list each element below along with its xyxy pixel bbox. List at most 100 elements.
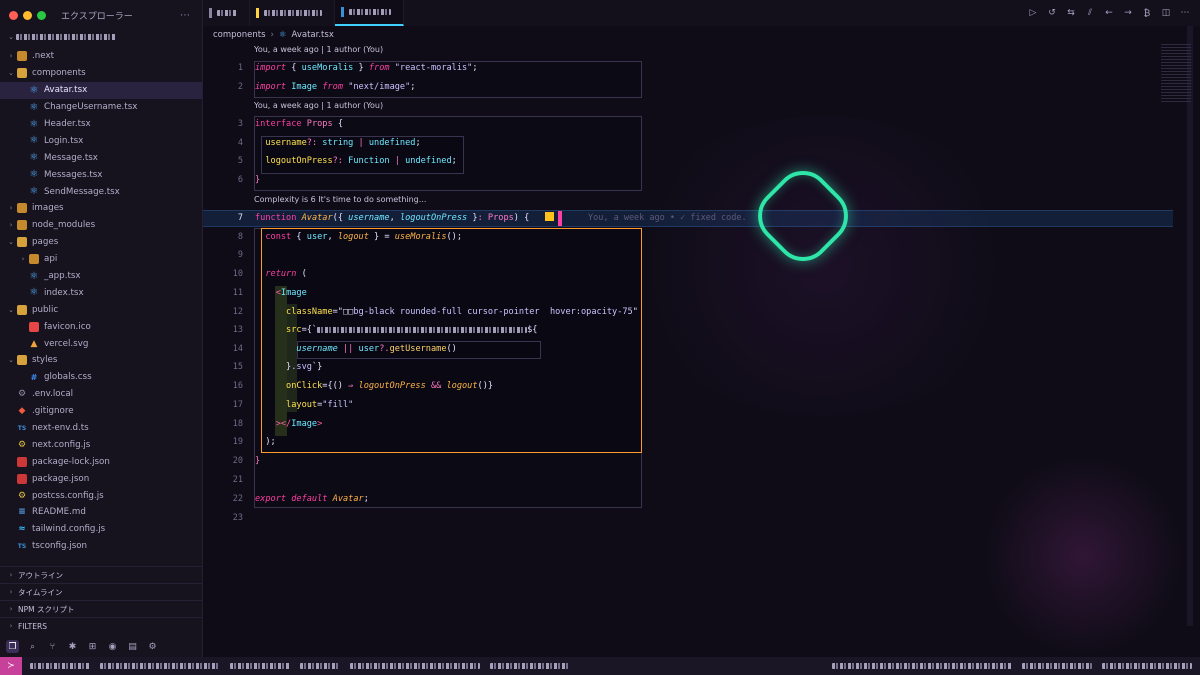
debug-icon[interactable]: ✱ xyxy=(66,640,79,653)
code-line-2[interactable]: import Image from "next/image"; xyxy=(255,82,415,92)
status-item-redacted[interactable] xyxy=(1022,663,1092,669)
compare-icon[interactable]: ⇆ xyxy=(1066,8,1076,19)
status-item-redacted[interactable] xyxy=(490,663,570,669)
tree-item-components[interactable]: ⌄ components xyxy=(0,65,202,82)
tree-item-tailwind-config-js[interactable]: ≈ tailwind.config.js xyxy=(0,521,202,538)
codelens-blame-1[interactable]: You, a week ago | 1 author (You) xyxy=(254,45,383,54)
code-line-16[interactable]: onClick={() ⇒ logoutOnPress && logout()} xyxy=(255,381,493,391)
tree-item-next-config-js[interactable]: ⚙ next.config.js xyxy=(0,436,202,453)
remote-icon[interactable]: ≻ xyxy=(0,657,22,675)
tree-item-env-local[interactable]: ⚙ .env.local xyxy=(0,386,202,403)
code-editor[interactable]: components › ⚛ Avatar.tsx You, a week ag… xyxy=(203,26,1200,657)
panel-npm-scripts[interactable]: › NPM スクリプト xyxy=(0,600,203,617)
tree-item-vercel-svg[interactable]: ▲ vercel.svg xyxy=(0,335,202,352)
tab-avatar-active[interactable] xyxy=(335,0,404,26)
zoom-window-button[interactable] xyxy=(37,10,46,20)
tree-item-header-tsx[interactable]: ⚛ Header.tsx xyxy=(0,116,202,133)
tree-item-favicon-ico[interactable]: favicon.ico xyxy=(0,318,202,335)
status-item-redacted[interactable] xyxy=(1102,663,1192,669)
git-lens-icon[interactable]: ⫽ xyxy=(1085,8,1095,19)
code-line-10[interactable]: return ( xyxy=(255,269,306,279)
breadcrumb-file[interactable]: Avatar.tsx xyxy=(292,30,334,40)
code-line-5[interactable]: logoutOnPress?: Function | undefined; xyxy=(255,156,457,166)
bitcoin-icon[interactable]: ₿ xyxy=(1142,8,1152,19)
tree-item-app-tsx[interactable]: ⚛ _app.tsx xyxy=(0,268,202,285)
tree-item-tsconfig-json[interactable]: TS tsconfig.json xyxy=(0,538,202,555)
status-item-redacted[interactable] xyxy=(832,663,1012,669)
string-literal: "fill" xyxy=(322,400,354,410)
tree-item-package-lock-json[interactable]: package-lock.json xyxy=(0,453,202,470)
code-line-1[interactable]: import { useMoralis } from "react-morali… xyxy=(255,63,478,73)
codelens-complexity[interactable]: Complexity is 6 It's time to do somethin… xyxy=(254,195,426,204)
tree-item-next[interactable]: › .next xyxy=(0,48,202,65)
panel-filters[interactable]: › FILTERS xyxy=(0,617,203,634)
line-number: 18 xyxy=(232,419,243,429)
code-line-7[interactable]: function Avatar({ username, logoutOnPres… xyxy=(255,213,529,223)
minimize-window-button[interactable] xyxy=(23,10,32,20)
code-line-4[interactable]: username?: string | undefined; xyxy=(255,138,420,148)
status-item-redacted[interactable] xyxy=(30,663,90,669)
code-line-15[interactable]: }.svg`} xyxy=(255,362,322,372)
code-line-3[interactable]: interface Props { xyxy=(255,119,343,129)
tree-item-index-tsx[interactable]: ⚛ index.tsx xyxy=(0,284,202,301)
tab-file-1[interactable] xyxy=(203,0,250,26)
split-editor-icon[interactable]: ◫ xyxy=(1161,8,1171,19)
code-line-19[interactable]: ); xyxy=(255,437,275,447)
tree-item-images[interactable]: › images xyxy=(0,200,202,217)
tree-item-api[interactable]: › api xyxy=(0,251,202,268)
history-icon[interactable]: ↺ xyxy=(1047,8,1057,19)
previous-change-icon[interactable]: ← xyxy=(1104,8,1114,19)
code-line-14[interactable]: username || user?.getUsername() xyxy=(255,344,456,354)
panel-timeline[interactable]: › タイムライン xyxy=(0,583,203,600)
property: logoutOnPress xyxy=(265,156,333,166)
code-line-20[interactable]: } xyxy=(255,456,260,466)
close-window-button[interactable] xyxy=(9,10,18,20)
run-icon[interactable]: ▷ xyxy=(1028,8,1038,19)
tab-file-2[interactable] xyxy=(250,0,335,26)
status-item-redacted[interactable] xyxy=(230,663,290,669)
tree-item-readme-md[interactable]: ≡ README.md xyxy=(0,504,202,521)
tree-item-next-env-d-ts[interactable]: TS next-env.d.ts xyxy=(0,420,202,437)
code-line-8[interactable]: const { user, logout } = useMoralis(); xyxy=(255,232,462,242)
tree-item-globals-css[interactable]: # globals.css xyxy=(0,369,202,386)
tree-item-node-modules[interactable]: › node_modules xyxy=(0,217,202,234)
tree-item-messages-tsx[interactable]: ⚛ Messages.tsx xyxy=(0,166,202,183)
explorer-icon[interactable]: ❐ xyxy=(6,640,19,653)
tree-item-login-tsx[interactable]: ⚛ Login.tsx xyxy=(0,132,202,149)
next-change-icon[interactable]: → xyxy=(1123,8,1133,19)
code-line-18[interactable]: ></Image> xyxy=(255,419,323,429)
code-line-22[interactable]: export default Avatar; xyxy=(255,494,369,504)
tree-item-postcss-config-js[interactable]: ⚙ postcss.config.js xyxy=(0,487,202,504)
tree-item-public[interactable]: ⌄ public xyxy=(0,301,202,318)
workspace-root[interactable]: ⌄ xyxy=(0,30,202,44)
settings-sync-icon[interactable]: ⚙ xyxy=(146,640,159,653)
status-item-redacted[interactable] xyxy=(300,663,340,669)
ellipsis-icon[interactable]: ⋯ xyxy=(180,10,190,21)
docker-icon[interactable]: ▤ xyxy=(126,640,139,653)
extensions-icon[interactable]: ⊞ xyxy=(86,640,99,653)
string-literal: "next/image" xyxy=(348,82,411,92)
github-icon[interactable]: ◉ xyxy=(106,640,119,653)
tree-item-gitignore[interactable]: ◆ .gitignore xyxy=(0,403,202,420)
tree-item-styles[interactable]: ⌄ styles xyxy=(0,352,202,369)
search-icon[interactable]: ⌕ xyxy=(26,640,39,653)
code-line-17[interactable]: layout="fill" xyxy=(255,400,353,410)
status-item-redacted[interactable] xyxy=(350,663,480,669)
tree-item-message-tsx[interactable]: ⚛ Message.tsx xyxy=(0,149,202,166)
breadcrumb-folder[interactable]: components xyxy=(213,30,266,40)
status-item-redacted[interactable] xyxy=(100,663,220,669)
code-line-6[interactable]: } xyxy=(255,175,260,185)
panel-outline[interactable]: › アウトライン xyxy=(0,566,203,583)
tree-item-pages[interactable]: ⌄ pages xyxy=(0,234,202,251)
source-control-icon[interactable]: ⑂ xyxy=(46,640,59,653)
vertical-scrollbar[interactable] xyxy=(1187,26,1193,626)
tree-item-changeusername-tsx[interactable]: ⚛ ChangeUsername.tsx xyxy=(0,99,202,116)
tree-item-avatar-tsx[interactable]: ⚛ Avatar.tsx xyxy=(0,81,202,99)
tree-item-sendmessage-tsx[interactable]: ⚛ SendMessage.tsx xyxy=(0,183,202,200)
code-line-13[interactable]: src={` ${ xyxy=(255,325,537,335)
code-line-12[interactable]: className="□□bg-black rounded-full curso… xyxy=(255,307,638,317)
tree-item-package-json[interactable]: package.json xyxy=(0,470,202,487)
more-actions-icon[interactable]: ⋯ xyxy=(1180,8,1190,19)
code-line-11[interactable]: <Image xyxy=(255,288,307,298)
codelens-blame-2[interactable]: You, a week ago | 1 author (You) xyxy=(254,101,383,110)
